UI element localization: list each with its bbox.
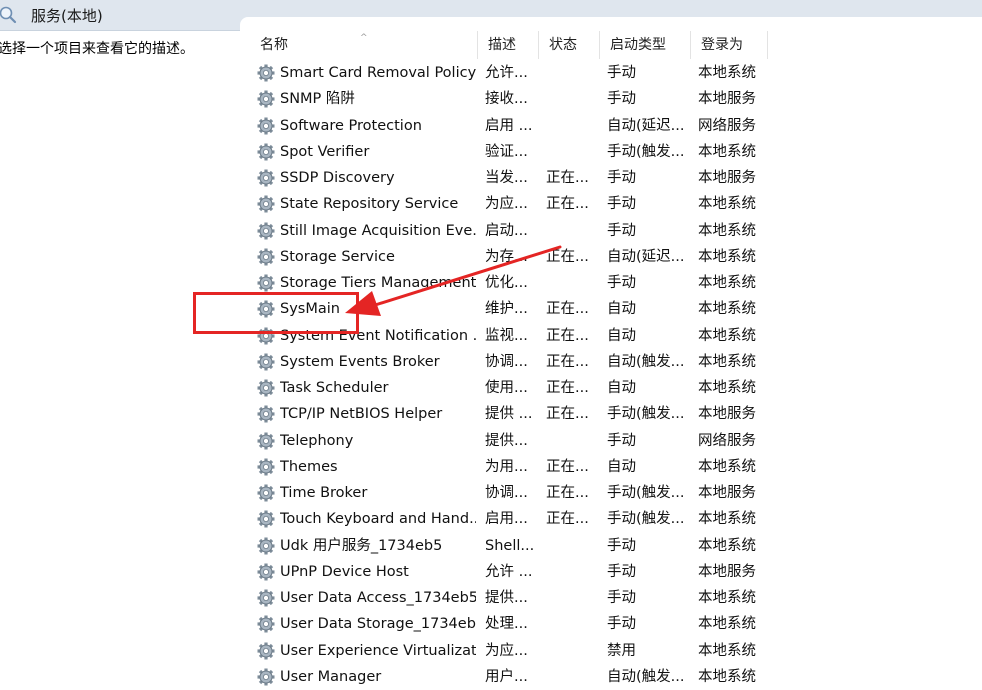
annotation-arrow: [345, 245, 562, 316]
